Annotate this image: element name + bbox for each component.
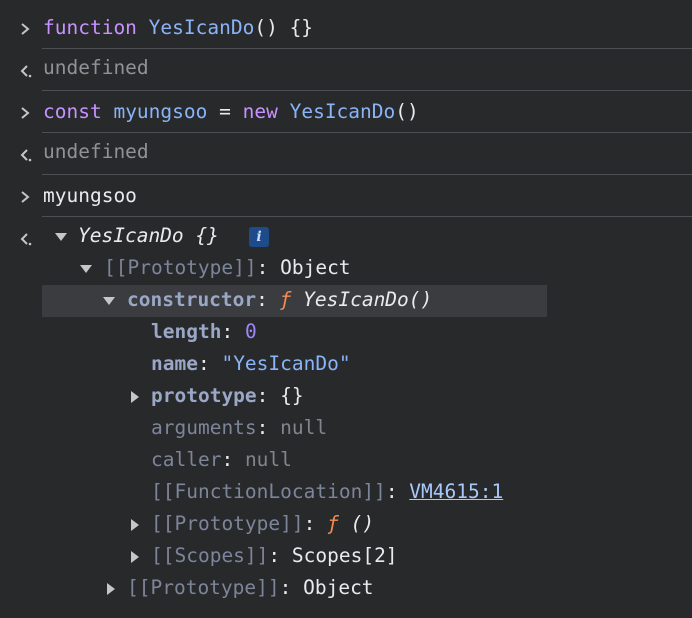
- expand-triangle-icon[interactable]: [103, 297, 115, 305]
- property-value: 0: [244, 320, 257, 343]
- expand-triangle-icon[interactable]: [131, 551, 139, 563]
- property-key: caller: [151, 448, 222, 471]
- property-value: null: [280, 416, 328, 439]
- property-value: Object: [303, 576, 374, 599]
- info-icon[interactable]: i: [249, 227, 269, 247]
- property-value: {}: [280, 384, 304, 407]
- input-prompt-icon: [21, 23, 30, 35]
- property-key: length: [151, 320, 222, 343]
- separator: [42, 90, 692, 91]
- property-key: [[Prototype]]: [104, 256, 257, 279]
- property-value: Object: [280, 256, 351, 279]
- keyword: new: [242, 100, 278, 123]
- tree-row-caller[interactable]: caller: null: [151, 448, 292, 472]
- separator: [42, 174, 692, 175]
- console-input-line[interactable]: const myungsoo = new YesIcanDo(): [43, 100, 419, 124]
- result-prompt-icon: [20, 149, 32, 162]
- tree-row-function-location: [[FunctionLocation]]: VM4615:1: [151, 480, 504, 503]
- tree-row-scopes[interactable]: [[Scopes]]: Scopes[2]: [151, 544, 398, 568]
- property-value: "YesIcanDo": [221, 352, 351, 375]
- console-result-line: undefined: [43, 56, 149, 79]
- property-key: [[Prototype]]: [127, 576, 280, 599]
- expand-triangle-icon[interactable]: [80, 265, 92, 273]
- property-key: arguments: [151, 416, 257, 439]
- function-name: YesIcanDo: [148, 16, 255, 39]
- tree-row-constructor[interactable]: constructor: ƒ YesIcanDo(): [127, 288, 432, 312]
- source-link[interactable]: VM4615:1: [409, 480, 503, 503]
- tree-row-prototype[interactable]: [[Prototype]]: ƒ (): [151, 512, 374, 536]
- expand-triangle-icon[interactable]: [55, 233, 67, 241]
- tree-row-prototype[interactable]: [[Prototype]]: Object: [104, 256, 351, 280]
- object-title[interactable]: YesIcanDo {}: [78, 224, 219, 248]
- operator: =: [207, 100, 243, 123]
- input-prompt-icon: [21, 191, 30, 203]
- separator: [42, 216, 692, 217]
- result-prompt-icon: [20, 233, 32, 246]
- console-result-line: undefined: [43, 140, 149, 163]
- keyword: function: [43, 16, 137, 39]
- property-value: Scopes[2]: [291, 544, 398, 567]
- property-value: YesIcanDo(): [303, 288, 433, 311]
- tree-row-arguments[interactable]: arguments: null: [151, 416, 327, 440]
- console-input-line[interactable]: function YesIcanDo() {}: [43, 16, 313, 40]
- tree-row-prototype[interactable]: [[Prototype]]: Object: [127, 576, 374, 600]
- keyword: const: [43, 100, 102, 123]
- property-key: [[Prototype]]: [151, 512, 304, 535]
- property-key: [[Scopes]]: [151, 544, 269, 567]
- result-prompt-icon: [20, 65, 32, 78]
- input-prompt-icon: [21, 107, 30, 119]
- tree-row-name[interactable]: name: "YesIcanDo": [151, 352, 351, 376]
- console-input-line[interactable]: myungsoo: [43, 184, 137, 208]
- function-symbol: ƒ: [279, 288, 292, 311]
- expand-triangle-icon[interactable]: [131, 391, 139, 403]
- property-value: (): [350, 512, 375, 535]
- separator: [42, 132, 692, 133]
- property-key: [[FunctionLocation]]: [151, 480, 386, 503]
- property-key: name: [151, 352, 198, 375]
- tree-row-prototype-prop[interactable]: prototype: {}: [151, 384, 304, 408]
- code-text: () {}: [254, 16, 314, 39]
- tree-row-length[interactable]: length: 0: [151, 320, 257, 344]
- property-value: null: [244, 448, 292, 471]
- code-text: (): [395, 100, 419, 123]
- property-key: constructor: [127, 288, 257, 311]
- function-symbol: ƒ: [327, 512, 339, 535]
- separator: [42, 48, 692, 49]
- property-key: prototype: [151, 384, 257, 407]
- variable-name: myungsoo: [113, 100, 208, 123]
- expand-triangle-icon[interactable]: [107, 583, 115, 595]
- expand-triangle-icon[interactable]: [131, 519, 139, 531]
- class-name: YesIcanDo: [289, 100, 396, 123]
